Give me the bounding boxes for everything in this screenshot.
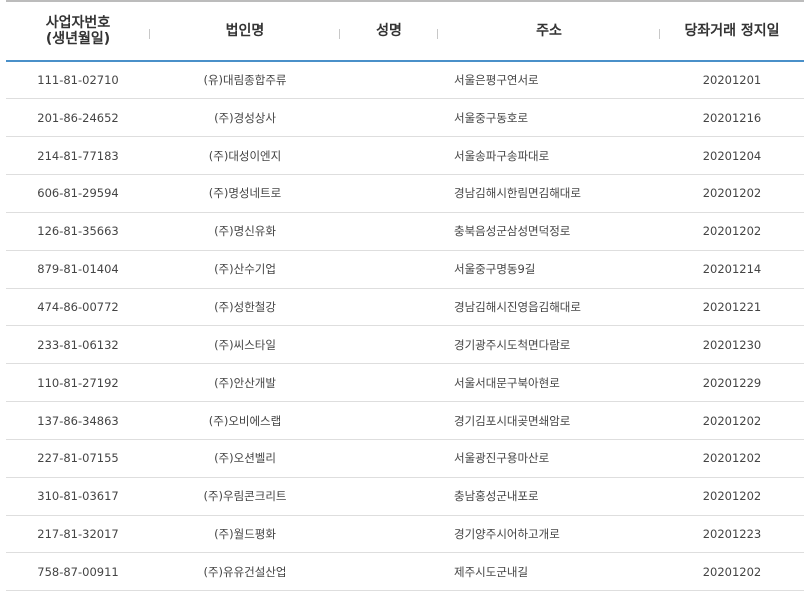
cell-person-name <box>340 439 438 477</box>
cell-stop-date: 20201229 <box>702 375 762 390</box>
cell-business-number: 227-81-07155 <box>37 451 119 466</box>
header-corporation-name: 법인명 <box>150 1 340 61</box>
cell-stop-date: 20201202 <box>702 451 762 466</box>
cell-address: 서울중구동호로 <box>454 110 529 125</box>
header-business-number-line1: 사업자번호 <box>45 15 111 31</box>
table-row: 201-86-24652 (주)경성상사 서울중구동호로 20201216 <box>6 99 804 137</box>
cell-stop-date: 20201204 <box>702 148 762 163</box>
table-row: 227-81-07155 (주)오션벨리 서울광진구용마산로 20201202 <box>6 439 804 478</box>
table-row: 310-81-03617 (주)우림콘크리트 충남홍성군내포로 20201202 <box>6 477 804 516</box>
cell-corporation-name: (주)명성네트로 <box>208 186 282 201</box>
cell-business-number: 606-81-29594 <box>37 186 119 201</box>
table-row: 758-87-00911 (주)유유건설산업 제주시도군내길 20201202 <box>6 553 804 591</box>
cell-address: 충북음성군삼성면덕정로 <box>454 224 571 239</box>
cell-corporation-name: (주)경성상사 <box>214 110 276 125</box>
cell-business-number: 201-86-24652 <box>37 110 119 125</box>
header-person-name-label: 성명 <box>376 23 402 39</box>
cell-stop-date: 20201202 <box>702 186 762 201</box>
header-corporation-name-label: 법인명 <box>225 23 265 39</box>
cell-address: 경기광주시도척면다람로 <box>454 337 571 352</box>
cell-corporation-name: (주)유유건설산업 <box>203 564 287 579</box>
table-row: 111-81-02710 (유)대림종합주류 서울은평구연서로 20201201 <box>6 61 804 99</box>
cell-address: 경남김해시진영읍김해대로 <box>454 299 581 314</box>
cell-corporation-name: (주)우림콘크리트 <box>203 489 287 504</box>
cell-corporation-name: (주)명신유화 <box>214 224 276 239</box>
cell-stop-date: 20201221 <box>702 299 762 314</box>
cell-corporation-name: (주)안산개발 <box>214 375 276 390</box>
cell-stop-date: 20201230 <box>702 337 762 352</box>
cell-person-name <box>340 99 438 137</box>
cell-address: 제주시도군내길 <box>454 564 529 579</box>
cell-corporation-name: (주)대성이엔지 <box>208 148 282 163</box>
header-address-label: 주소 <box>536 23 562 39</box>
cell-business-number: 137-86-34863 <box>37 413 119 428</box>
cell-corporation-name: (주)산수기업 <box>214 262 276 277</box>
cell-stop-date: 20201201 <box>702 73 762 88</box>
cell-person-name <box>340 288 438 326</box>
table-row: 217-81-32017 (주)월드평화 경기양주시어하고개로 20201223 <box>6 515 804 553</box>
cell-person-name <box>340 212 438 250</box>
table-row: 879-81-01404 (주)산수기업 서울중구명동9길 20201214 <box>6 250 804 289</box>
table-row: 214-81-77183 (주)대성이엔지 서울송파구송파대로 20201204 <box>6 137 804 175</box>
suspended-accounts-table: 사업자번호 (생년월일) 법인명 성명 주소 당좌거래 정지일 111-81-0… <box>6 0 804 591</box>
cell-business-number: 879-81-01404 <box>37 262 119 277</box>
cell-business-number: 310-81-03617 <box>37 489 119 504</box>
cell-person-name <box>340 61 438 99</box>
cell-address: 서울광진구용마산로 <box>454 451 550 466</box>
cell-address: 서울송파구송파대로 <box>454 148 550 163</box>
cell-address: 서울은평구연서로 <box>454 73 539 88</box>
cell-address: 충남홍성군내포로 <box>454 489 539 504</box>
cell-corporation-name: (주)오비에스랩 <box>208 413 282 428</box>
suspended-accounts-table-wrap: 사업자번호 (생년월일) 법인명 성명 주소 당좌거래 정지일 111-81-0… <box>6 0 804 591</box>
cell-corporation-name: (유)대림종합주류 <box>203 73 287 88</box>
table-row: 110-81-27192 (주)안산개발 서울서대문구북아현로 20201229 <box>6 364 804 402</box>
cell-person-name <box>340 515 438 553</box>
cell-address: 경기김포시대곶면쇄암로 <box>454 413 571 428</box>
cell-address: 경남김해시한림면김해대로 <box>454 186 581 201</box>
header-person-name: 성명 <box>340 1 438 61</box>
cell-business-number: 126-81-35663 <box>37 224 119 239</box>
cell-person-name <box>340 477 438 515</box>
cell-business-number: 110-81-27192 <box>37 375 119 390</box>
cell-person-name <box>340 175 438 213</box>
table-row: 233-81-06132 (주)씨스타일 경기광주시도척면다람로 20201230 <box>6 326 804 364</box>
cell-stop-date: 20201223 <box>702 527 762 542</box>
cell-stop-date: 20201202 <box>702 224 762 239</box>
cell-corporation-name: (주)씨스타일 <box>214 337 276 352</box>
cell-person-name <box>340 250 438 288</box>
header-stop-date-label: 당좌거래 정지일 <box>684 23 780 39</box>
cell-person-name <box>340 364 438 402</box>
cell-person-name <box>340 553 438 591</box>
table-row: 606-81-29594 (주)명성네트로 경남김해시한림면김해대로 20201202 <box>6 175 804 213</box>
cell-corporation-name: (주)월드평화 <box>214 527 276 542</box>
cell-address: 서울중구명동9길 <box>454 262 536 277</box>
table-row: 137-86-34863 (주)오비에스랩 경기김포시대곶면쇄암로 20201202 <box>6 402 804 440</box>
cell-address: 경기양주시어하고개로 <box>454 527 560 542</box>
cell-address: 서울서대문구북아현로 <box>454 375 560 390</box>
cell-person-name <box>340 137 438 175</box>
header-stop-date: 당좌거래 정지일 <box>660 1 804 61</box>
cell-stop-date: 20201216 <box>702 110 762 125</box>
cell-business-number: 217-81-32017 <box>37 527 119 542</box>
cell-business-number: 474-86-00772 <box>37 299 119 314</box>
cell-business-number: 758-87-00911 <box>37 564 119 579</box>
table-row: 474-86-00772 (주)성한철강 경남김해시진영읍김해대로 20201221 <box>6 288 804 326</box>
cell-business-number: 111-81-02710 <box>37 73 119 88</box>
header-address: 주소 <box>438 1 660 61</box>
cell-stop-date: 20201214 <box>702 262 762 277</box>
table-row: 126-81-35663 (주)명신유화 충북음성군삼성면덕정로 20201202 <box>6 212 804 251</box>
table-header-row: 사업자번호 (생년월일) 법인명 성명 주소 당좌거래 정지일 <box>6 1 804 61</box>
header-business-number: 사업자번호 (생년월일) <box>6 1 150 61</box>
cell-stop-date: 20201202 <box>702 564 762 579</box>
cell-corporation-name: (주)오션벨리 <box>214 451 276 466</box>
header-business-number-line2: (생년월일) <box>45 31 111 47</box>
cell-business-number: 233-81-06132 <box>37 337 119 352</box>
cell-corporation-name: (주)성한철강 <box>214 299 276 314</box>
cell-stop-date: 20201202 <box>702 489 762 504</box>
cell-stop-date: 20201202 <box>702 413 762 428</box>
cell-business-number: 214-81-77183 <box>37 148 119 163</box>
cell-person-name <box>340 326 438 364</box>
cell-person-name <box>340 402 438 440</box>
